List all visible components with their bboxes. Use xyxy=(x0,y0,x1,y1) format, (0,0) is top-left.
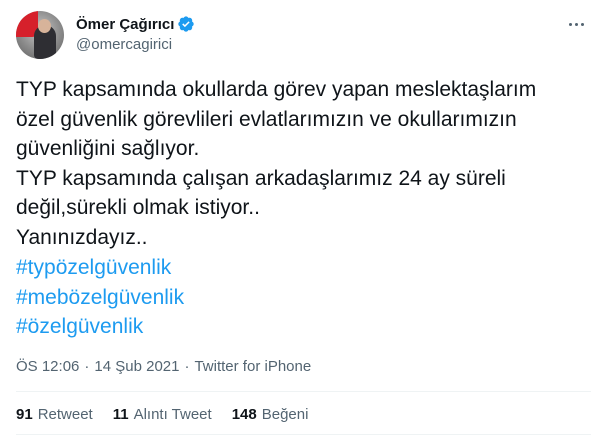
author-name-row: Ömer Çağırıcı xyxy=(76,15,195,33)
retweet-count: 91 xyxy=(16,406,33,423)
divider xyxy=(16,391,591,392)
hashtag-link[interactable]: #özelgüvenlik xyxy=(16,312,184,342)
like-label: Beğeni xyxy=(261,406,309,423)
quote-count: 11 xyxy=(112,406,129,423)
tweet-time[interactable]: ÖS 12:06 xyxy=(16,358,79,375)
tweet-card: Ömer Çağırıcı @omercagirici TYP kapsamın… xyxy=(0,0,601,435)
retweets-stat[interactable]: 91 Retweet xyxy=(16,406,93,423)
author-display-name[interactable]: Ömer Çağırıcı xyxy=(76,16,174,33)
verified-badge-icon xyxy=(178,16,195,32)
tweet-meta: ÖS 12:06 · 14 Şub 2021 · Twitter for iPh… xyxy=(16,358,311,375)
hashtag-link[interactable]: #typözelgüvenlik xyxy=(16,253,184,283)
more-options-icon[interactable] xyxy=(566,16,586,32)
tweet-source-link[interactable]: Twitter for iPhone xyxy=(194,358,311,375)
tweet-text: TYP kapsamında okullarda görev yapan mes… xyxy=(16,78,537,249)
author-handle[interactable]: @omercagirici xyxy=(76,36,172,53)
avatar[interactable] xyxy=(16,11,64,59)
quote-label: Alıntı Tweet xyxy=(133,406,212,423)
likes-stat[interactable]: 148 Beğeni xyxy=(232,406,309,423)
meta-separator: · xyxy=(184,358,190,375)
meta-separator: · xyxy=(84,358,90,375)
retweet-label: Retweet xyxy=(37,406,93,423)
tweet-date[interactable]: 14 Şub 2021 xyxy=(94,358,179,375)
like-count: 148 xyxy=(231,406,257,423)
hashtag-link[interactable]: #mebözelgüvenlik xyxy=(16,283,184,313)
quote-tweets-stat[interactable]: 11 Alıntı Tweet xyxy=(113,406,212,423)
hashtag-list: #typözelgüvenlik #mebözelgüvenlik #özelg… xyxy=(16,253,184,342)
engagement-stats: 91 Retweet 11 Alıntı Tweet 148 Beğeni xyxy=(16,406,328,423)
